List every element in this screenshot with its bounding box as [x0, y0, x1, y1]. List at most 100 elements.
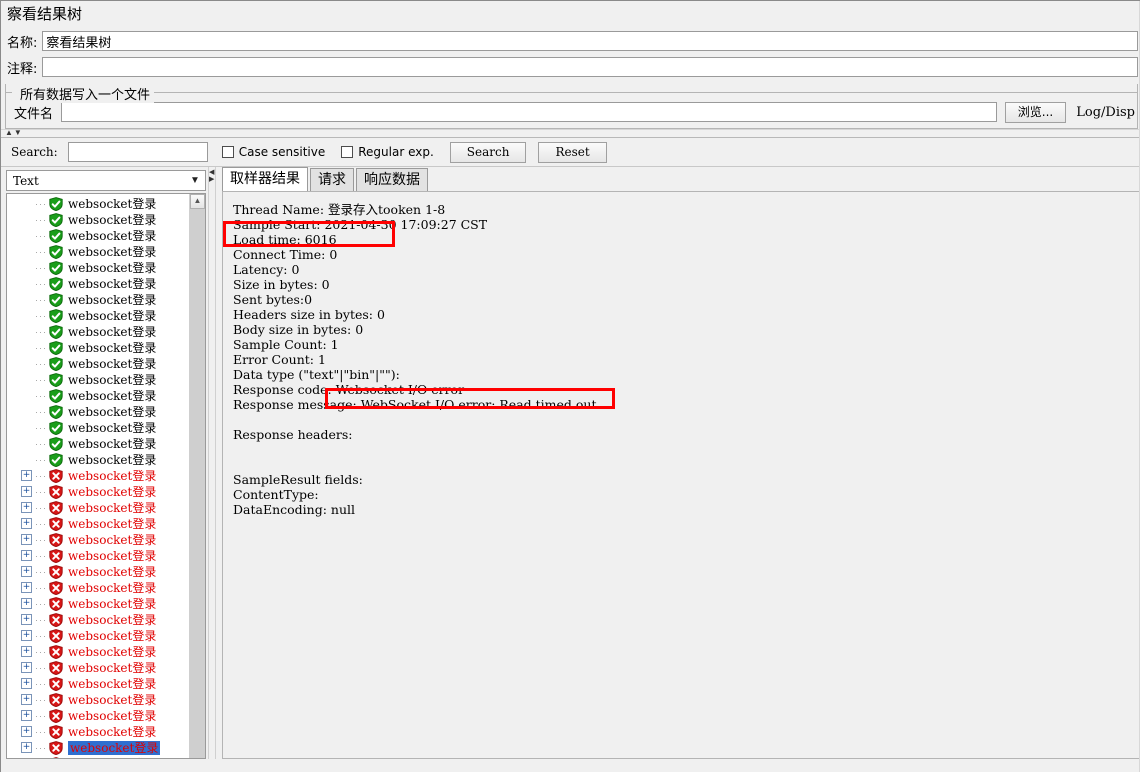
tree-item[interactable]: +···websocket登录 — [7, 708, 189, 724]
plus-expander-icon[interactable]: + — [21, 502, 32, 513]
tree-vertical-scrollbar[interactable]: ▲ — [189, 194, 205, 758]
tree-item[interactable]: ··· websocket登录 — [7, 212, 189, 228]
scroll-up-icon[interactable]: ▲ — [190, 194, 205, 209]
vertical-splitter[interactable]: ◀ ▶ — [208, 167, 216, 759]
tree-item[interactable]: +···websocket登录 — [7, 628, 189, 644]
plus-expander-icon[interactable]: + — [21, 518, 32, 529]
plus-expander-icon[interactable]: + — [21, 726, 32, 737]
tree-item[interactable]: +···websocket登录 — [7, 548, 189, 564]
tree-item[interactable]: ··· websocket登录 — [7, 340, 189, 356]
tree-item[interactable]: ··· websocket登录 — [7, 292, 189, 308]
name-input[interactable] — [42, 31, 1138, 51]
plus-expander-icon[interactable]: + — [21, 646, 32, 657]
page-title: 察看结果树 — [1, 1, 1140, 28]
sampler-result-text[interactable]: Thread Name: 登录存入tooken 1-8 Sample Start:… — [223, 192, 1140, 758]
tree-item[interactable]: +···websocket登录 — [7, 596, 189, 612]
view-results-tree-window: 察看结果树 名称: 注释: 所有数据写入一个文件 文件名 浏览... Log/D… — [0, 0, 1140, 772]
renderer-select[interactable]: Text ▼ — [6, 170, 206, 191]
plus-expander-icon[interactable]: + — [21, 710, 32, 721]
shield-check-icon — [49, 213, 63, 228]
tree-item[interactable]: ··· websocket登录 — [7, 324, 189, 340]
result-line: Latency: 0 — [233, 262, 300, 277]
tree-item[interactable]: +···websocket登录 — [7, 516, 189, 532]
tab-1[interactable]: 取样器结果 — [222, 167, 308, 191]
tree-item[interactable]: +···websocket登录 — [7, 468, 189, 484]
tree-item-label: websocket登录 — [68, 293, 157, 307]
regular-exp-box-icon[interactable] — [341, 146, 354, 158]
tree-item[interactable]: +···websocket登录 — [7, 740, 189, 756]
tree-item[interactable]: ··· websocket登录 — [7, 436, 189, 452]
tree-item-label: websocket登录 — [68, 213, 157, 227]
tree-item[interactable]: +···websocket登录 — [7, 500, 189, 516]
splitter-arrows-icon[interactable]: ▲▼ — [5, 129, 23, 137]
tree-item[interactable]: ··· websocket登录 — [7, 228, 189, 244]
tree-connector: ··· — [35, 359, 47, 369]
plus-expander-icon[interactable]: + — [21, 614, 32, 625]
tree-item-label: websocket登录 — [68, 197, 157, 211]
plus-expander-icon[interactable]: + — [21, 582, 32, 593]
shield-error-icon — [49, 485, 63, 500]
tree-item[interactable]: ··· websocket登录 — [7, 372, 189, 388]
tree-item[interactable]: ··· websocket登录 — [7, 452, 189, 468]
tree-item[interactable]: ··· websocket登录 — [7, 356, 189, 372]
search-button[interactable]: Search — [449, 141, 527, 163]
tree-item-label: websocket登录 — [68, 645, 157, 659]
tree-item[interactable]: ··· websocket登录 — [7, 388, 189, 404]
plus-expander-icon[interactable]: + — [21, 486, 32, 497]
tab-2[interactable]: 请求 — [310, 168, 354, 191]
tree-item[interactable]: ··· websocket登录 — [7, 308, 189, 324]
plus-expander-icon[interactable]: + — [21, 534, 32, 545]
results-tree[interactable]: ··· websocket登录 ··· websocket登录 ··· websocket… — [7, 194, 189, 758]
tree-connector: ··· — [35, 247, 47, 257]
regular-exp-checkbox[interactable]: Regular exp. — [341, 145, 434, 159]
plus-expander-icon[interactable]: + — [21, 662, 32, 673]
tree-item[interactable]: +···websocket登录 — [7, 724, 189, 740]
tree-item[interactable]: +···websocket登录 — [7, 564, 189, 580]
plus-expander-icon[interactable]: + — [21, 598, 32, 609]
tree-item[interactable]: ··· websocket登录 — [7, 404, 189, 420]
tree-item[interactable]: +···websocket登录 — [7, 580, 189, 596]
case-sensitive-box-icon[interactable] — [221, 146, 234, 158]
plus-expander-icon[interactable]: + — [21, 678, 32, 689]
name-row: 名称: — [1, 28, 1140, 54]
horizontal-splitter[interactable]: ▲▼ — [1, 129, 1140, 137]
reset-button[interactable]: Reset — [538, 141, 607, 163]
filename-input[interactable] — [61, 102, 997, 122]
plus-expander-icon[interactable]: + — [21, 470, 32, 481]
tree-item-label: websocket登录 — [68, 229, 157, 243]
tree-item[interactable]: +···websocket登录 — [7, 484, 189, 500]
tree-item[interactable]: +···websocket登录 — [7, 756, 189, 758]
case-sensitive-checkbox[interactable]: Case sensitive — [221, 145, 325, 159]
tree-item-label: websocket登录 — [68, 677, 157, 691]
tree-item[interactable]: ··· websocket登录 — [7, 260, 189, 276]
result-line: Response code: Websocket I/O error — [233, 382, 465, 397]
tree-item[interactable]: ··· websocket登录 — [7, 276, 189, 292]
scrollbar-track[interactable] — [190, 209, 205, 758]
search-toolbar: Search: Case sensitive Regular exp. Sear… — [1, 137, 1140, 167]
shield-error-icon — [49, 741, 63, 756]
tree-item[interactable]: +···websocket登录 — [7, 660, 189, 676]
tree-item[interactable]: +···websocket登录 — [7, 676, 189, 692]
tree-item[interactable]: ··· websocket登录 — [7, 196, 189, 212]
tree-item[interactable]: ··· websocket登录 — [7, 244, 189, 260]
tree-item[interactable]: ··· websocket登录 — [7, 420, 189, 436]
tab-3[interactable]: 响应数据 — [356, 168, 428, 191]
search-input[interactable] — [67, 142, 208, 162]
plus-expander-icon[interactable]: + — [21, 566, 32, 577]
tree-connector: ··· — [35, 407, 47, 417]
tree-connector: ··· — [35, 503, 47, 513]
chevron-down-icon[interactable]: ▼ — [185, 175, 205, 186]
plus-expander-icon[interactable]: + — [21, 550, 32, 561]
browse-button[interactable]: 浏览... — [1004, 101, 1067, 123]
plus-expander-icon[interactable]: + — [21, 694, 32, 705]
tree-item[interactable]: +···websocket登录 — [7, 612, 189, 628]
tree-item-label: websocket登录 — [68, 373, 157, 387]
tree-item[interactable]: +···websocket登录 — [7, 644, 189, 660]
comment-input[interactable] — [42, 57, 1138, 77]
tree-connector: ··· — [35, 599, 47, 609]
tree-item[interactable]: +···websocket登录 — [7, 532, 189, 548]
plus-expander-icon[interactable]: + — [21, 630, 32, 641]
vsplitter-arrows-icon[interactable]: ◀ ▶ — [209, 169, 214, 183]
plus-expander-icon[interactable]: + — [21, 742, 32, 753]
tree-item[interactable]: +···websocket登录 — [7, 692, 189, 708]
